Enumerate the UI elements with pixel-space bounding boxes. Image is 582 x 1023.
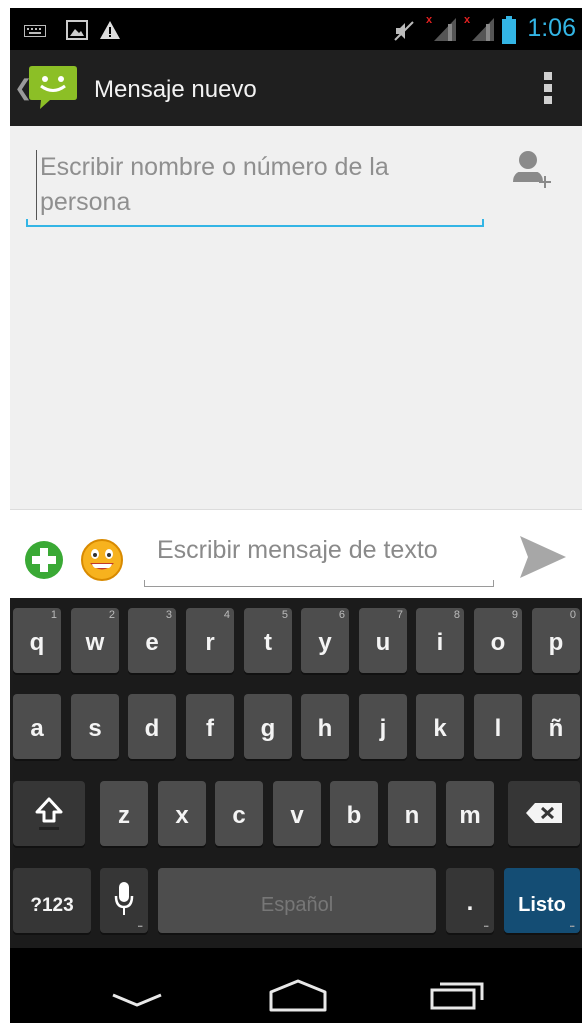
image-icon [66,20,88,40]
battery-icon [502,16,516,44]
backspace-key[interactable] [508,781,580,846]
key-g[interactable]: g [244,694,292,759]
key-c[interactable]: c [215,781,263,846]
key-v[interactable]: v [273,781,321,846]
signal-no-sim-icon: x [464,14,494,41]
key-i[interactable]: 8i [416,608,464,673]
warning-icon [100,21,120,39]
message-input[interactable]: Escribir mensaje de texto [144,528,494,587]
key-a[interactable]: a [13,694,61,759]
key-enye[interactable]: ñ [532,694,580,759]
key-q[interactable]: 1q [13,608,61,673]
key-b[interactable]: b [330,781,378,846]
microphone-icon [114,882,134,915]
key-s[interactable]: s [71,694,119,759]
overflow-menu-icon[interactable] [544,72,552,108]
key-y[interactable]: 6y [301,608,349,673]
send-icon[interactable] [518,534,568,580]
svg-text:x: x [426,14,433,26]
done-key[interactable]: Listo... [504,868,580,933]
add-attachment-icon[interactable] [24,540,64,580]
recipient-field[interactable]: Escribir nombre o número de la persona [26,150,484,227]
soft-keyboard: 1q 2w 3e 4r 5t 6y 7u 8i 9o 0p a s d f g … [10,598,582,948]
clock: 1:06 [527,14,576,42]
key-p[interactable]: 0p [532,608,580,673]
svg-text:x: x [464,14,471,26]
key-k[interactable]: k [416,694,464,759]
microphone-key[interactable]: ... [100,868,148,933]
up-button[interactable]: ❮ [10,50,90,126]
key-u[interactable]: 7u [359,608,407,673]
key-t[interactable]: 5t [244,608,292,673]
key-h[interactable]: h [301,694,349,759]
shift-key[interactable] [13,781,85,846]
page-title: Mensaje nuevo [94,76,257,103]
key-z[interactable]: z [100,781,148,846]
signal-no-sim-icon: x [426,14,456,41]
action-bar: ❮ Mensaje nuevo [10,50,582,126]
phone-screen: x x 1:06 ❮ Mensaje nuevo Escribir nombre… [10,8,582,1023]
key-x[interactable]: x [158,781,206,846]
recipient-panel: Escribir nombre o número de la persona [10,126,582,509]
key-f[interactable]: f [186,694,234,759]
back-chevron-icon[interactable] [110,992,164,1008]
key-r[interactable]: 4r [186,608,234,673]
status-bar: x x 1:06 [10,8,582,50]
navigation-bar [10,948,582,1023]
key-o[interactable]: 9o [474,608,522,673]
recipient-placeholder: Escribir nombre o número de la persona [36,150,480,220]
messaging-smiley-icon [29,66,77,109]
smiley-emoji-icon[interactable] [80,538,124,582]
key-n[interactable]: n [388,781,436,846]
add-contact-icon[interactable] [512,148,556,192]
recent-apps-icon[interactable] [430,980,488,1010]
key-w[interactable]: 2w [71,608,119,673]
space-bar[interactable]: Español [158,868,436,933]
shift-icon [35,797,63,830]
key-l[interactable]: l [474,694,522,759]
key-j[interactable]: j [359,694,407,759]
key-d[interactable]: d [128,694,176,759]
compose-bar: Escribir mensaje de texto [10,509,582,599]
period-key[interactable]: .... [446,868,494,933]
backspace-icon [526,803,562,823]
mute-icon [394,21,414,41]
home-icon[interactable] [268,978,328,1012]
message-placeholder: Escribir mensaje de texto [157,536,438,564]
keyboard-icon [24,25,46,37]
key-m[interactable]: m [446,781,494,846]
symbols-key[interactable]: ?123 [13,868,91,933]
key-e[interactable]: 3e [128,608,176,673]
